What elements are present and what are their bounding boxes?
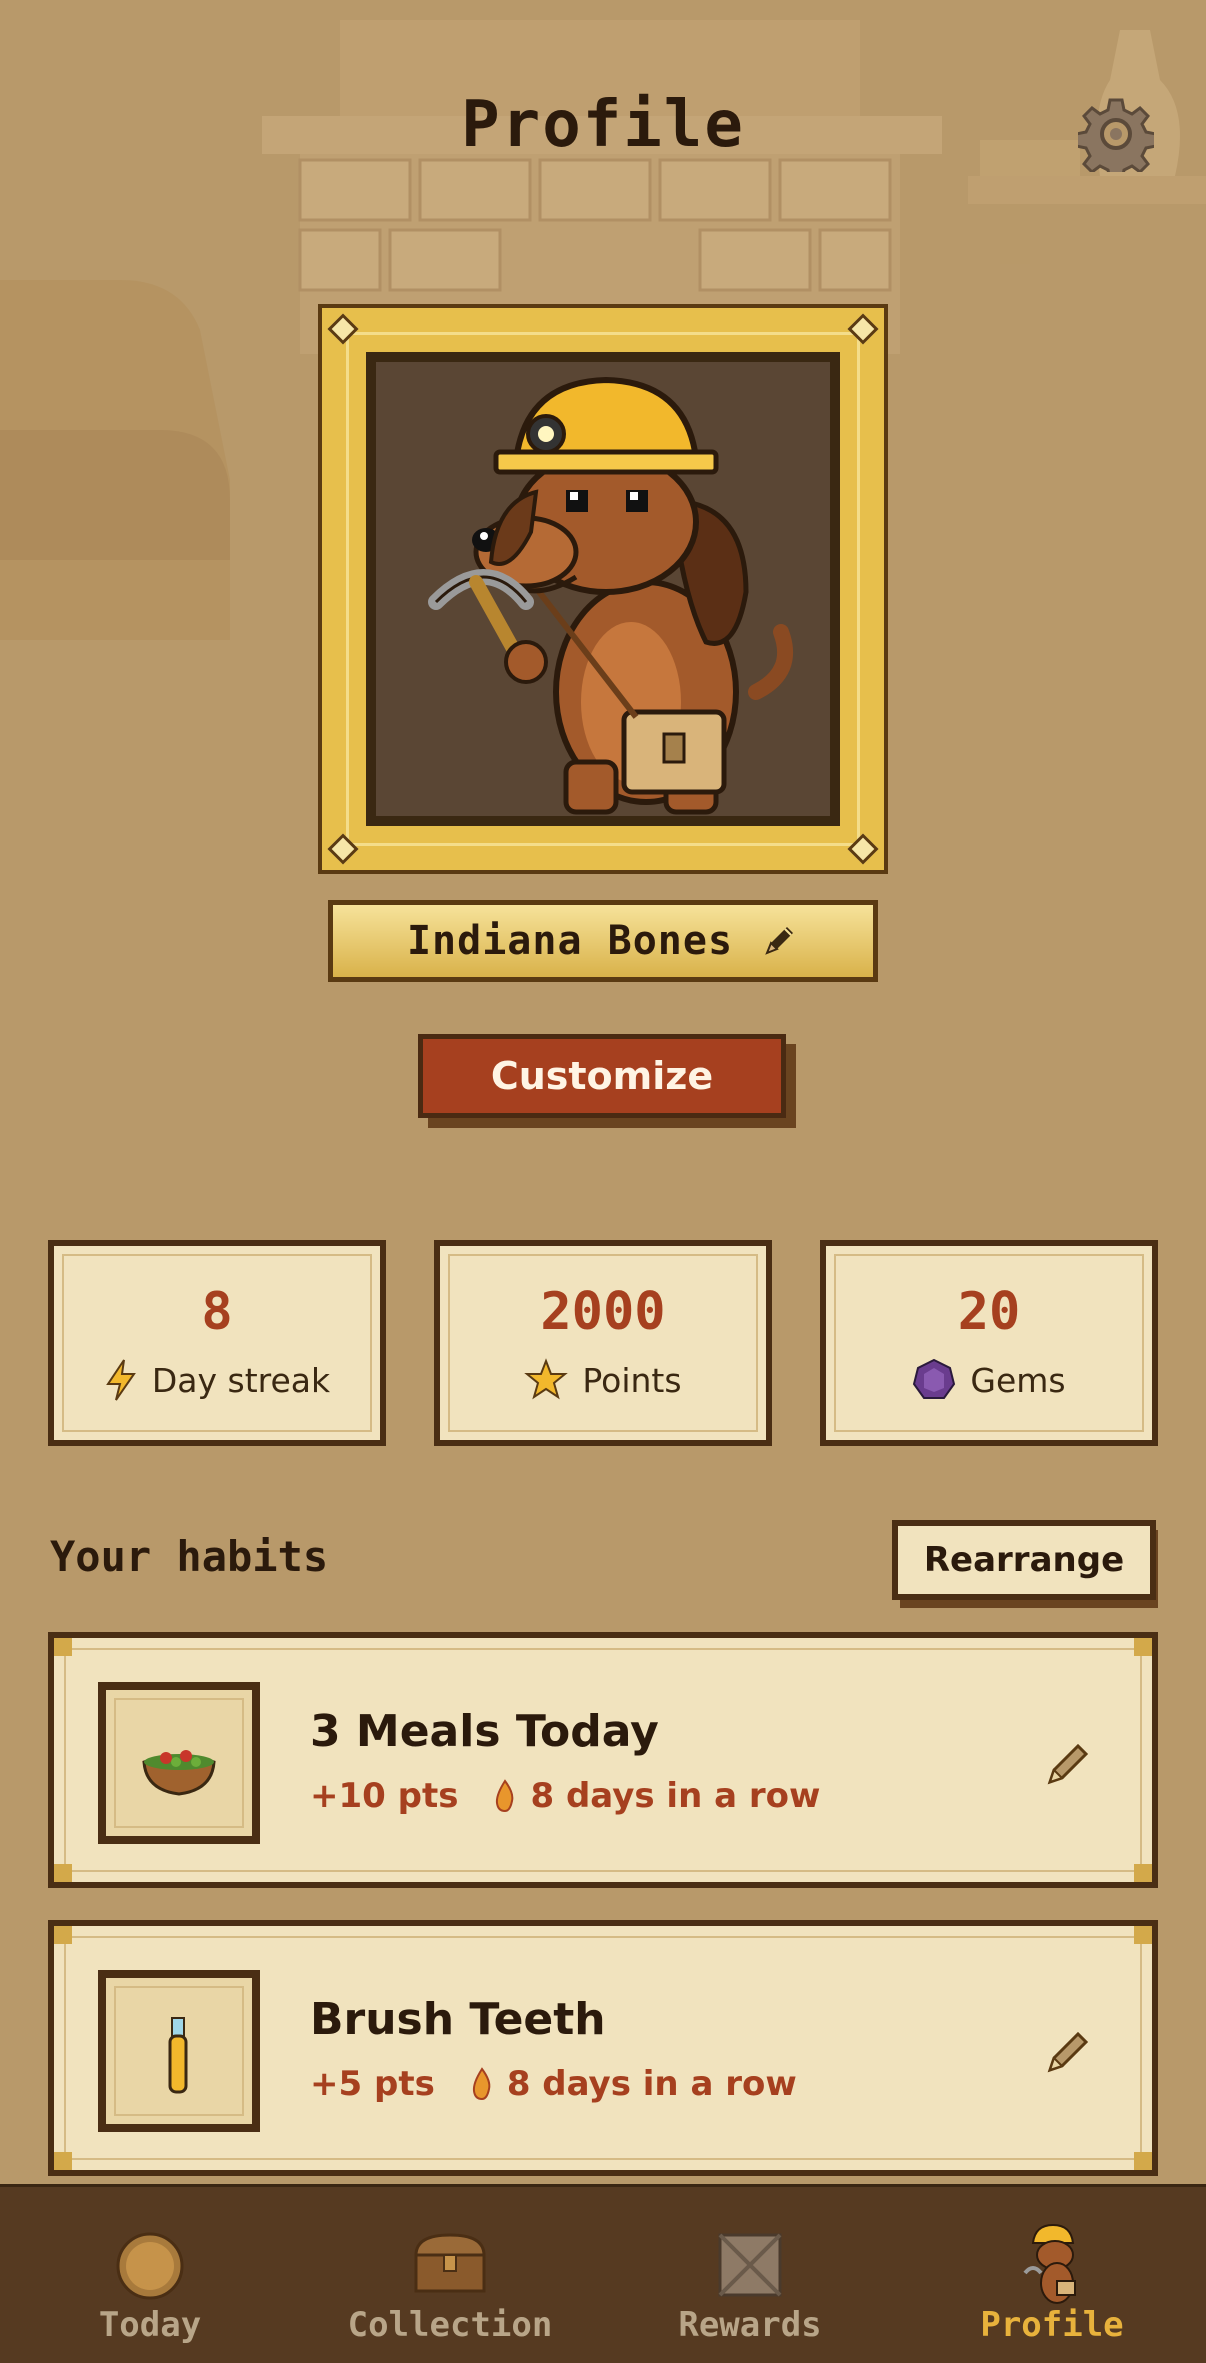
edit-pencil-icon[interactable] [1044, 2026, 1094, 2076]
stat-label: Points [582, 1360, 682, 1400]
name-plate-button[interactable]: Indiana Bones [328, 900, 878, 982]
flame-icon [472, 2067, 491, 2101]
page-title: Profile [461, 88, 745, 162]
habit-title: Brush Teeth [310, 1994, 606, 2045]
habit-thumbnail [98, 1970, 260, 2132]
stat-card-gems: 20 Gems [820, 1240, 1158, 1446]
customize-button[interactable]: Customize [418, 1034, 786, 1118]
stat-label: Day streak [151, 1360, 331, 1400]
stat-card-points: 2000 Points [434, 1240, 772, 1446]
dog-avatar-icon [1023, 2223, 1076, 2304]
avatar-portrait-frame [318, 304, 888, 874]
crate-icon [718, 2233, 782, 2297]
stat-card-streak: 8 Day streak [48, 1240, 386, 1446]
toothbrush-icon [168, 2017, 188, 2094]
treasure-chest-icon [414, 2233, 486, 2293]
gear-icon[interactable] [1078, 96, 1154, 172]
tab-label: Rewards [678, 2305, 822, 2345]
gem-icon [913, 1358, 956, 1399]
stat-value: 2000 [540, 1282, 666, 1342]
profile-name: Indiana Bones [406, 918, 734, 964]
tab-rewards[interactable]: Rewards [650, 2187, 850, 2363]
habit-points: +10 pts [310, 1776, 459, 1816]
star-icon [524, 1358, 569, 1400]
habit-card[interactable]: Brush Teeth +5 pts 8 days in a row [48, 1920, 1158, 2176]
flame-icon [496, 1779, 514, 1813]
salad-bowl-icon [142, 1750, 216, 1796]
rearrange-button[interactable]: Rearrange [892, 1520, 1156, 1600]
habit-points: +5 pts [310, 2064, 435, 2104]
habit-card[interactable]: 3 Meals Today +10 pts 8 days in a row [48, 1632, 1158, 1888]
habit-thumbnail [98, 1682, 260, 1844]
edit-pencil-icon[interactable] [1044, 1738, 1094, 1788]
tab-profile[interactable]: Profile [952, 2187, 1152, 2363]
stat-label: Gems [970, 1360, 1066, 1400]
coin-icon [116, 2232, 184, 2300]
stat-value: 8 [201, 1282, 233, 1342]
pencil-icon [765, 927, 794, 955]
habit-title: 3 Meals Today [310, 1706, 659, 1757]
habit-streak: 8 days in a row [506, 2064, 797, 2104]
tab-collection[interactable]: Collection [300, 2187, 600, 2363]
tab-today[interactable]: Today [50, 2187, 250, 2363]
habits-section-title: Your habits [50, 1532, 329, 1581]
tab-label: Profile [980, 2305, 1124, 2345]
lightning-icon [105, 1359, 136, 1401]
habit-streak: 8 days in a row [530, 1776, 821, 1816]
dog-avatar-image [428, 376, 793, 815]
bottom-tab-bar: Today Collection Rewards Profile [0, 2184, 1206, 2363]
tab-label: Collection [347, 2305, 553, 2345]
stat-value: 20 [957, 1282, 1021, 1342]
tab-label: Today [98, 2305, 202, 2345]
